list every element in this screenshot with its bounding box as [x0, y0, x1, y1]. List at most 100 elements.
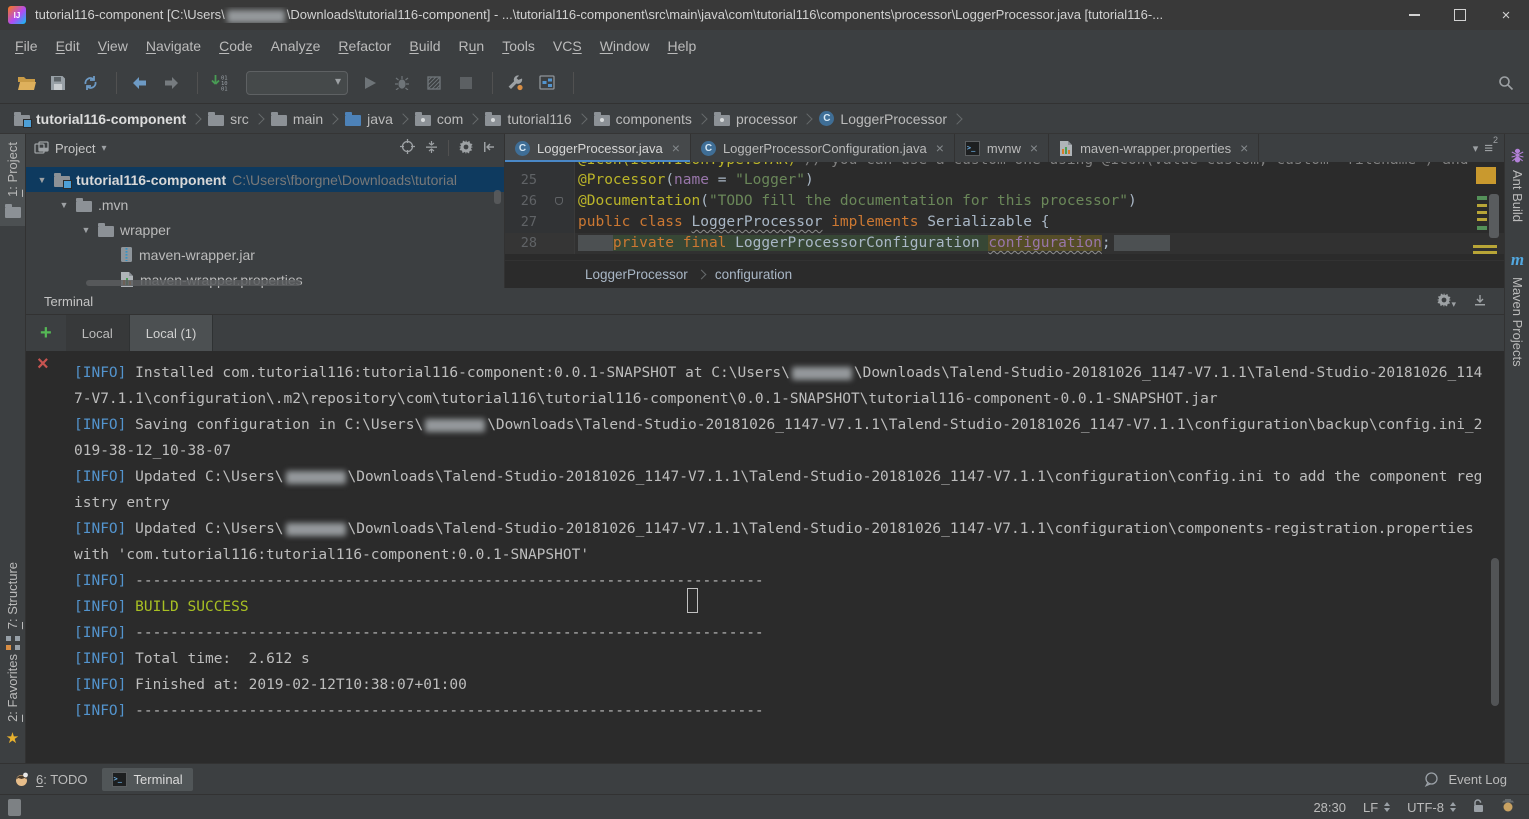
menu-item-code[interactable]: Code [210, 38, 261, 54]
stripe-button-ant-build[interactable]: Ant Build [1505, 140, 1529, 230]
close-session-icon[interactable]: × [37, 354, 49, 374]
error-stripe-mark[interactable] [1476, 167, 1496, 184]
editor-breadcrumb-configuration[interactable]: configuration [715, 267, 792, 282]
breadcrumb-item-src[interactable]: src [206, 111, 251, 127]
menu-item-analyze[interactable]: Analyze [262, 38, 330, 54]
breadcrumb-item-com[interactable]: com [413, 111, 465, 127]
maximize-button[interactable] [1437, 0, 1483, 30]
editor-breadcrumb-loggerprocessor[interactable]: LoggerProcessor [585, 267, 688, 282]
inspection-profile-icon[interactable] [1501, 798, 1515, 816]
menu-item-tools[interactable]: Tools [493, 38, 544, 54]
vcs-update-icon[interactable]: 011001 [206, 70, 234, 96]
run-config-select[interactable]: ▾ [246, 71, 348, 95]
code-editor[interactable]: @Icon(Icon.IconType.STAR) // you can use… [505, 162, 1504, 260]
breadcrumb-item-main[interactable]: main [269, 111, 325, 127]
breadcrumb-item-components[interactable]: components [592, 111, 694, 127]
close-button[interactable]: × [1483, 0, 1529, 30]
open-icon[interactable] [12, 70, 40, 96]
stripe-button-maven-projects[interactable]: mMaven Projects [1505, 242, 1529, 375]
editor-scrollbar[interactable] [1489, 194, 1499, 238]
breadcrumb-item-tutorial116[interactable]: tutorial116 [483, 111, 573, 127]
collapse-all-icon[interactable] [425, 140, 438, 157]
close-icon[interactable]: × [1240, 140, 1248, 156]
gear-icon[interactable]: ▾ [1437, 293, 1456, 310]
editor-tab-maven-wrapper-properties[interactable]: maven-wrapper.properties× [1049, 134, 1259, 162]
line-separator-selector[interactable]: LF [1363, 800, 1390, 815]
error-stripe-mark[interactable] [1477, 211, 1487, 214]
tree-item-maven-wrapper-jar[interactable]: maven-wrapper.jar [26, 242, 504, 267]
breadcrumb-item-loggerprocessor[interactable]: CLoggerProcessor [817, 111, 949, 127]
code-line-25[interactable]: 25@Processor(name = "Logger") [505, 170, 1504, 191]
gear-icon[interactable] [459, 140, 473, 157]
chevron-expanded-icon[interactable]: ▼ [58, 200, 70, 210]
menu-item-view[interactable]: View [89, 38, 137, 54]
code-line-27[interactable]: 27public class LoggerProcessor implement… [505, 212, 1504, 233]
error-stripe-mark[interactable] [1477, 218, 1487, 221]
error-stripe-mark[interactable] [1477, 204, 1487, 207]
error-stripe-mark[interactable] [1473, 251, 1497, 254]
terminal-toolwindow-button[interactable]: >_ Terminal [102, 768, 193, 791]
tree-item-tutorial116-component[interactable]: ▼tutorial116-component C:\Users\fborgne\… [26, 167, 504, 192]
settings-wrench-icon[interactable] [501, 70, 529, 96]
error-stripe-mark[interactable] [1477, 196, 1487, 200]
lock-icon[interactable] [1473, 799, 1484, 816]
breadcrumb-item-java[interactable]: java [343, 111, 395, 127]
breadcrumb-item-tutorial116-component[interactable]: tutorial116-component [12, 111, 188, 127]
tree-item--mvn[interactable]: ▼.mvn [26, 192, 504, 217]
forward-icon[interactable] [157, 70, 185, 96]
locate-file-icon[interactable] [400, 139, 415, 157]
project-structure-icon[interactable] [533, 70, 561, 96]
code-line-26[interactable]: 26@Documentation("TODO fill the document… [505, 191, 1504, 212]
menu-item-build[interactable]: Build [400, 38, 449, 54]
menu-item-refactor[interactable]: Refactor [329, 38, 400, 54]
stripe-button-2-favorites[interactable]: 2: Favorites★ [0, 646, 25, 755]
menu-item-edit[interactable]: Edit [47, 38, 89, 54]
sync-icon[interactable] [76, 70, 104, 96]
terminal-output[interactable]: [INFO] Installed com.tutorial116:tutoria… [26, 351, 1504, 763]
save-icon[interactable] [44, 70, 72, 96]
terminal-tab-local[interactable]: Local [66, 315, 130, 351]
chevron-down-icon[interactable]: ▾ [101, 143, 106, 154]
debug-icon[interactable] [388, 70, 416, 96]
vertical-scrollbar[interactable] [494, 190, 501, 204]
chevron-expanded-icon[interactable]: ▼ [80, 225, 92, 235]
coverage-icon[interactable] [420, 70, 448, 96]
close-icon[interactable]: × [672, 140, 680, 156]
chevron-down-icon[interactable]: ▾ [1473, 142, 1479, 155]
menu-item-file[interactable]: File [6, 38, 47, 54]
menu-item-vcs[interactable]: VCS [544, 38, 591, 54]
encoding-selector[interactable]: UTF-8 [1407, 800, 1456, 815]
caret-position[interactable]: 28:30 [1313, 800, 1346, 815]
fold-marker-icon[interactable] [555, 197, 563, 205]
todo-toolwindow-button[interactable]: 6: TODO [4, 768, 98, 791]
editor-tab-mvnw[interactable]: >_mvnw× [955, 134, 1049, 162]
terminal-tab-local-1-[interactable]: Local (1) [130, 315, 214, 351]
menu-item-navigate[interactable]: Navigate [137, 38, 210, 54]
error-stripe-mark[interactable] [1473, 245, 1497, 248]
project-panel-title[interactable]: Project [55, 141, 95, 156]
hide-panel-icon[interactable] [483, 141, 496, 156]
menu-item-window[interactable]: Window [591, 38, 659, 54]
stop-icon[interactable] [452, 70, 480, 96]
menu-item-run[interactable]: Run [450, 38, 494, 54]
editor-tab-loggerprocessor-java[interactable]: CLoggerProcessor.java× [505, 134, 691, 162]
error-stripe-mark[interactable] [1477, 226, 1487, 230]
breadcrumb-item-processor[interactable]: processor [712, 111, 799, 127]
close-icon[interactable]: × [936, 140, 944, 156]
search-everywhere-icon[interactable] [1493, 70, 1519, 96]
menu-item-help[interactable]: Help [659, 38, 706, 54]
event-log-button[interactable]: Event Log [1423, 772, 1507, 787]
horizontal-scrollbar[interactable] [86, 280, 301, 286]
minimize-panel-icon[interactable] [1474, 294, 1486, 309]
hidden-tabs-list-icon[interactable]: ≡2 [1484, 139, 1498, 157]
code-line-28[interactable]: 28 private final LoggerProcessorConfigur… [505, 233, 1504, 254]
stripe-button-1-project[interactable]: 1: Project [0, 134, 25, 226]
minimize-button[interactable] [1391, 0, 1437, 30]
back-icon[interactable] [125, 70, 153, 96]
toolwindow-grip-icon[interactable] [8, 799, 21, 816]
run-icon[interactable] [356, 70, 384, 96]
tree-item-wrapper[interactable]: ▼wrapper [26, 217, 504, 242]
stripe-button-7-structure[interactable]: 7: Structure [0, 554, 25, 658]
new-session-icon[interactable]: + [40, 322, 52, 345]
terminal-scrollbar[interactable] [1491, 558, 1499, 706]
